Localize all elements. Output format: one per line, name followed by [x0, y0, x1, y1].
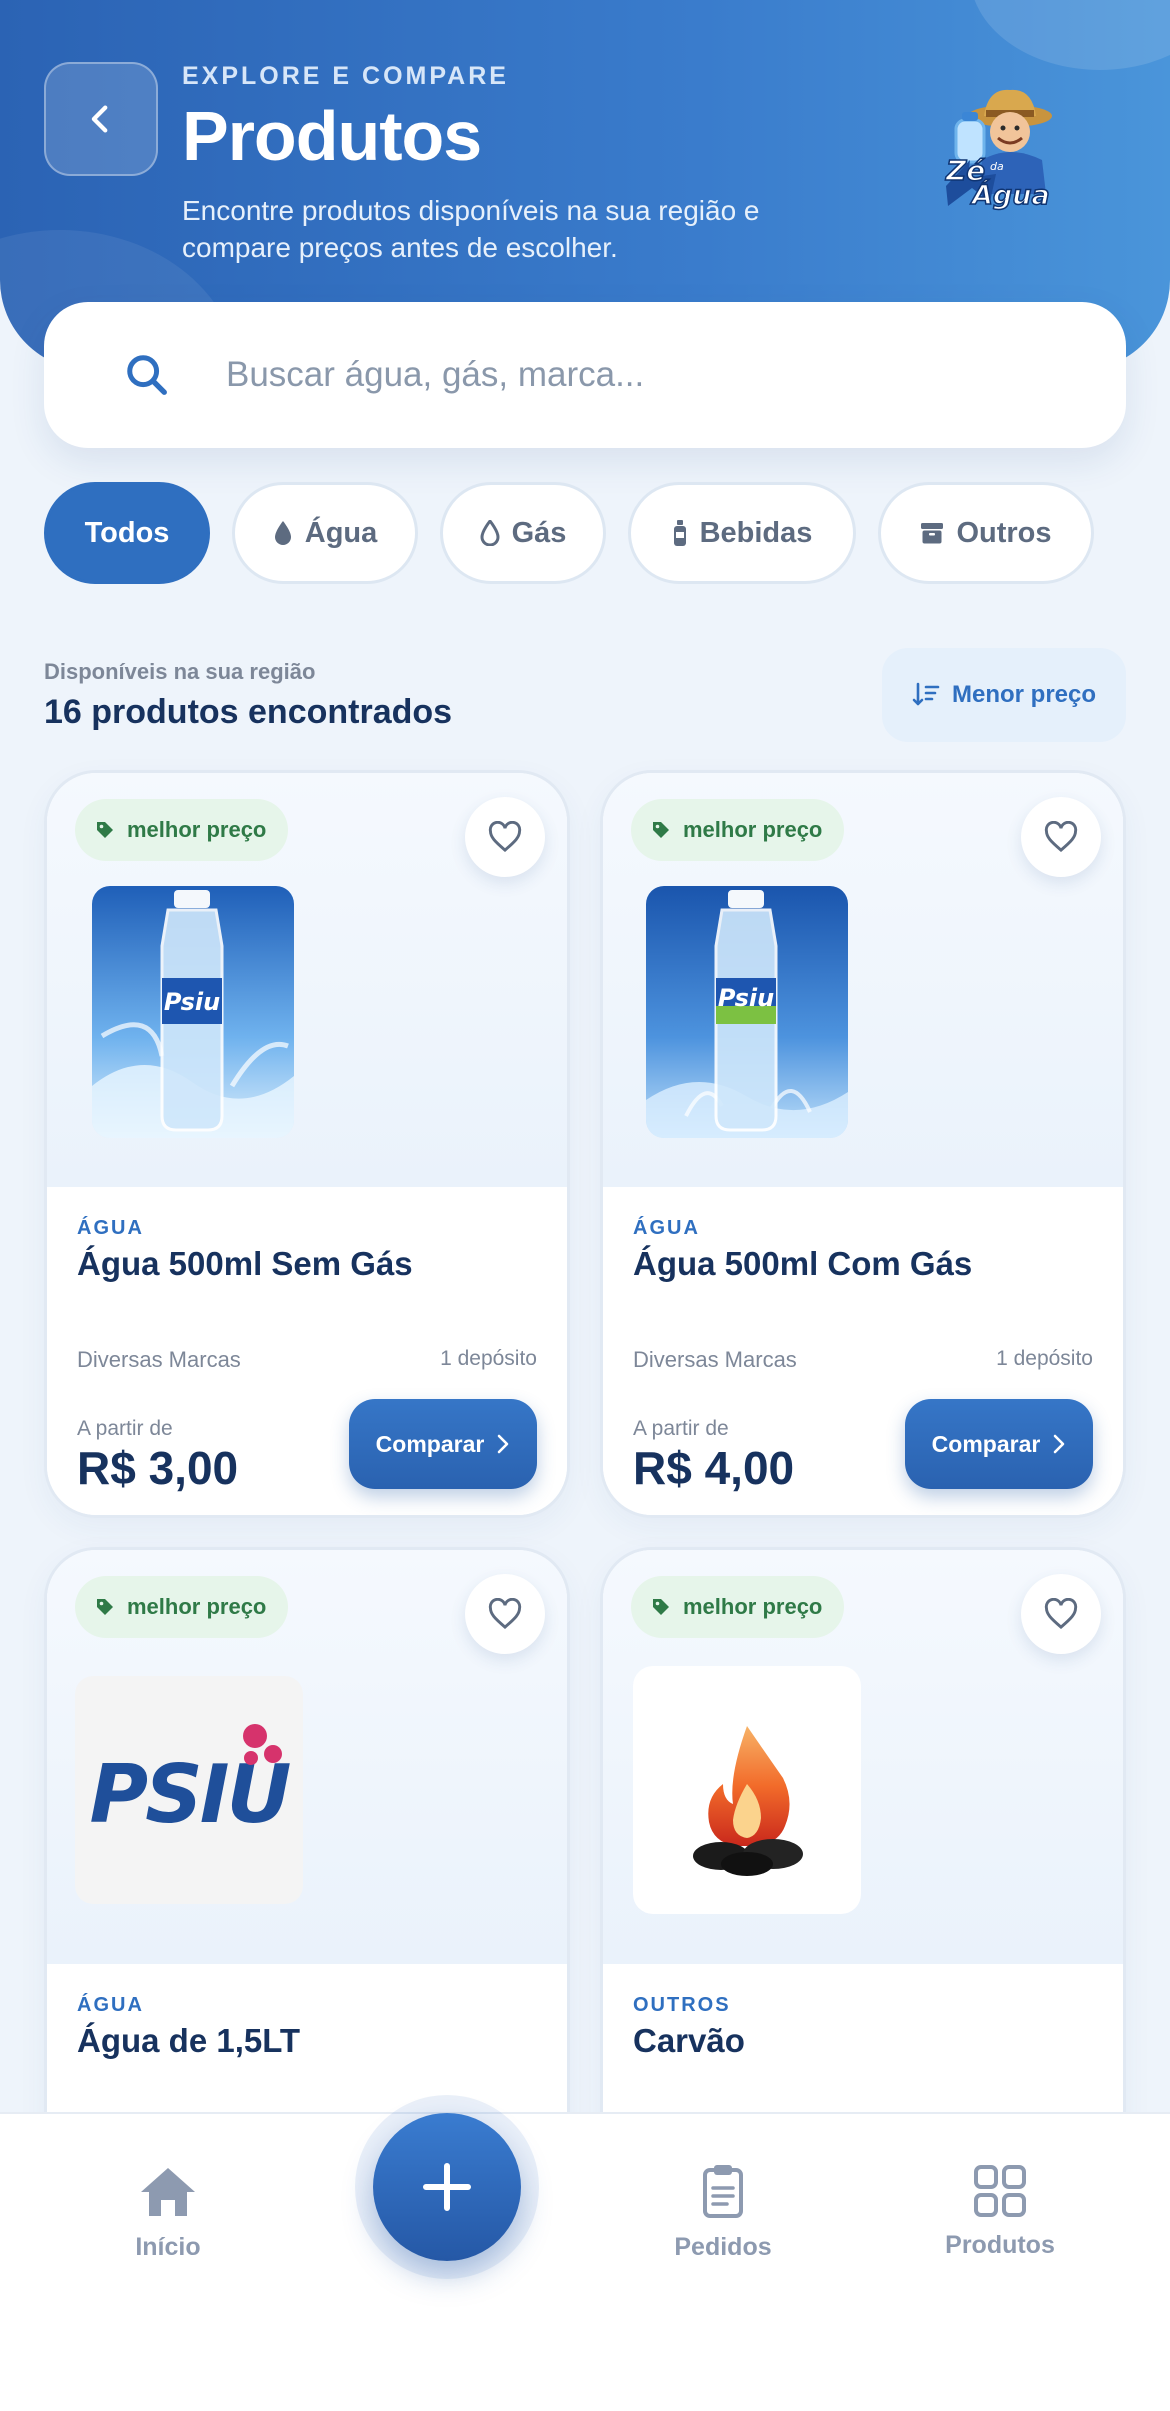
- product-name: Água 500ml Sem Gás: [77, 1245, 413, 1282]
- heart-icon: [488, 821, 522, 853]
- favorite-button[interactable]: [465, 1574, 545, 1654]
- compare-button[interactable]: Comparar: [905, 1399, 1093, 1489]
- price-prefix: A partir de: [633, 1417, 729, 1440]
- results-count: 16 produtos encontrados: [44, 693, 453, 731]
- water-drop-icon: [274, 521, 291, 545]
- best-price-badge: melhor preço: [75, 1576, 289, 1638]
- tag-icon: [97, 822, 113, 838]
- water-bottle-image: Psiu: [92, 886, 294, 1138]
- svg-text:da: da: [990, 160, 1004, 173]
- page-subtitle: Encontre produtos disponíveis na sua reg…: [182, 195, 760, 263]
- depot-count: 1 depósito: [996, 1347, 1093, 1370]
- product-category: ÁGUA: [633, 1217, 700, 1239]
- filter-chip-agua[interactable]: Água: [232, 482, 418, 584]
- chevron-left-icon: [91, 105, 108, 133]
- header-decoration: [970, 0, 1170, 70]
- flame-icon: [480, 520, 500, 546]
- filter-chip-label: Outros: [956, 516, 1052, 549]
- page-title: Produtos: [182, 97, 482, 175]
- depot-count: 1 depósito: [440, 1347, 537, 1370]
- sort-button[interactable]: Menor preço: [882, 648, 1126, 742]
- best-price-badge: melhor preço: [631, 1576, 845, 1638]
- nav-item-produtos[interactable]: Produtos: [880, 2164, 1120, 2260]
- price-prefix: A partir de: [77, 1417, 173, 1440]
- best-price-badge: melhor preço: [631, 799, 845, 861]
- svg-text:Psiu: Psiu: [718, 984, 774, 1012]
- product-card[interactable]: melhor preço Psiu ÁGUA Água 500ml Com Gá…: [600, 770, 1126, 1518]
- compare-button[interactable]: Comparar: [349, 1399, 537, 1489]
- svg-text:Psiu: Psiu: [164, 988, 220, 1016]
- filter-chip-bebidas[interactable]: Bebidas: [628, 482, 856, 584]
- badge-label: melhor preço: [127, 1594, 267, 1619]
- product-name: Água de 1,5LT: [77, 2022, 301, 2059]
- chevron-right-icon: [1054, 1434, 1065, 1454]
- filter-chip-label: Bebidas: [699, 516, 813, 549]
- product-name: Água 500ml Com Gás: [633, 1245, 973, 1282]
- box-icon: [921, 523, 944, 544]
- chevron-right-icon: [498, 1434, 509, 1454]
- filter-chip-todos[interactable]: Todos: [44, 482, 210, 584]
- filter-chip-outros[interactable]: Outros: [878, 482, 1094, 584]
- nav-item-pedidos[interactable]: Pedidos: [603, 2164, 843, 2262]
- tag-icon: [97, 1599, 113, 1615]
- availability-label: Disponíveis na sua região: [44, 659, 316, 684]
- svg-text:Água: Água: [970, 179, 1050, 211]
- filter-chip-gas[interactable]: Gás: [440, 482, 606, 584]
- heart-icon: [1044, 1598, 1078, 1630]
- filter-chip-label: Água: [304, 516, 378, 549]
- add-button[interactable]: [373, 2113, 521, 2261]
- badge-label: melhor preço: [683, 1594, 823, 1619]
- bottom-navigation: Início Pedidos Produtos: [0, 2112, 1170, 2411]
- nav-item-label: Produtos: [945, 2231, 1055, 2259]
- tag-icon: [653, 1599, 669, 1615]
- filter-chip-label: Todos: [84, 516, 170, 549]
- nav-item-inicio[interactable]: Início: [48, 2164, 288, 2262]
- badge-label: melhor preço: [127, 817, 267, 842]
- search-icon: [127, 355, 167, 395]
- back-button[interactable]: [44, 62, 158, 176]
- filter-chip-label: Gás: [511, 516, 567, 549]
- heart-icon: [488, 1598, 522, 1630]
- product-name: Carvão: [633, 2022, 745, 2059]
- svg-text:PSIU: PSIU: [90, 1748, 291, 1841]
- product-brand: Diversas Marcas: [633, 1347, 797, 1372]
- favorite-button[interactable]: [1021, 797, 1101, 877]
- compare-button-label: Comparar: [931, 1430, 1041, 1457]
- product-brand: Diversas Marcas: [77, 1347, 241, 1372]
- product-card[interactable]: melhor preço OUTROS Carvão: [600, 1547, 1126, 2187]
- nav-item-label: Pedidos: [674, 2233, 772, 2261]
- product-card[interactable]: melhor preço Psiu ÁGUA Água 500ml Sem Gá…: [44, 770, 570, 1518]
- grid-icon: [974, 2165, 1026, 2217]
- psiu-brand-image: PSIU: [75, 1676, 303, 1904]
- bottle-icon: [673, 520, 686, 546]
- heart-icon: [1044, 821, 1078, 853]
- compare-button-label: Comparar: [375, 1430, 485, 1457]
- page-eyebrow: EXPLORE E COMPARE: [182, 62, 509, 90]
- ze-da-agua-logo: Zé da Água: [944, 89, 1052, 212]
- product-category: OUTROS: [633, 1994, 731, 2016]
- clipboard-icon: [703, 2165, 743, 2218]
- water-bottle-image: Psiu: [646, 886, 848, 1138]
- badge-label: melhor preço: [683, 817, 823, 842]
- sort-icon: [912, 682, 940, 706]
- product-card[interactable]: melhor preço PSIU ÁGUA Água de 1,5LT: [44, 1547, 570, 2187]
- home-icon: [141, 2168, 195, 2216]
- search-bar[interactable]: Buscar água, gás, marca...: [44, 302, 1126, 448]
- nav-item-label: Início: [135, 2233, 201, 2261]
- plus-icon: [423, 2163, 471, 2211]
- product-price: R$ 3,00: [77, 1442, 239, 1494]
- product-price: R$ 4,00: [633, 1442, 795, 1494]
- charcoal-fire-image: [633, 1666, 861, 1914]
- best-price-badge: melhor preço: [75, 799, 289, 861]
- product-category: ÁGUA: [77, 1217, 144, 1239]
- favorite-button[interactable]: [1021, 1574, 1101, 1654]
- search-input[interactable]: Buscar água, gás, marca...: [226, 355, 644, 395]
- sort-button-label: Menor preço: [951, 681, 1097, 708]
- product-info: ÁGUA Água 500ml Com Gás Diversas Marcas …: [603, 1187, 1123, 1515]
- tag-icon: [653, 822, 669, 838]
- product-info: ÁGUA Água 500ml Sem Gás Diversas Marcas …: [47, 1187, 567, 1515]
- product-category: ÁGUA: [77, 1994, 144, 2016]
- favorite-button[interactable]: [465, 797, 545, 877]
